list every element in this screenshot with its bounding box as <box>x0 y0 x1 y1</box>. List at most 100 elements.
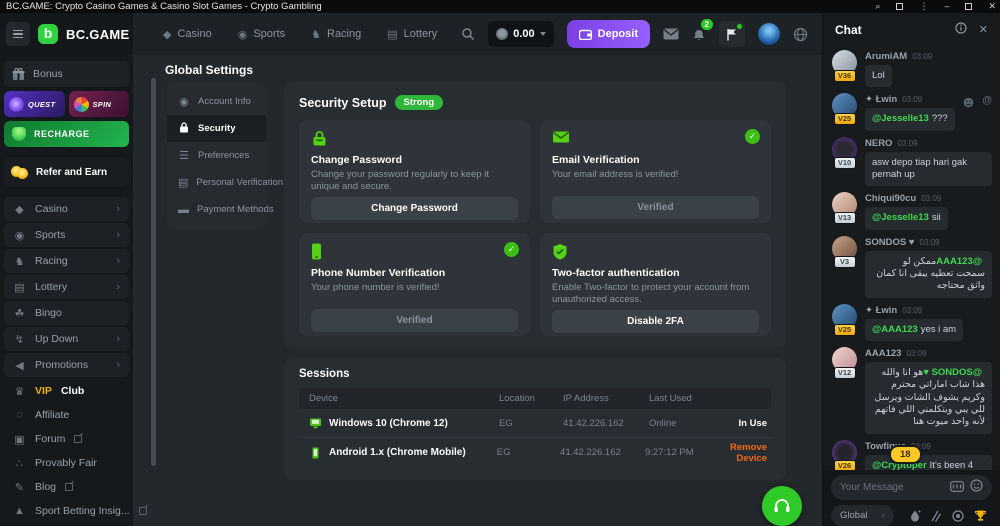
chat-username[interactable]: SONDOS ♥ <box>865 237 914 248</box>
nav-lottery[interactable]: ▤Lottery <box>387 28 437 41</box>
sidebar-item-racing[interactable]: ♞Racing› <box>4 249 129 273</box>
chat-username[interactable]: AAA123 <box>865 348 901 359</box>
tab-icon[interactable] <box>896 3 903 10</box>
sidebar-item-provably-fair[interactable]: ∴Provably Fair <box>4 451 129 475</box>
sidebar-item-bingo[interactable]: ☘Bingo <box>4 301 129 325</box>
nav-racing[interactable]: ♞Racing <box>311 28 361 41</box>
sidebar-item-casino[interactable]: ◆Casino› <box>4 197 129 221</box>
emoji-icon[interactable] <box>970 479 983 497</box>
chat-username[interactable]: Chiqui90cu <box>865 193 916 204</box>
chat-username[interactable]: NERO <box>865 138 892 149</box>
mention-reply-icon[interactable]: @ <box>982 95 992 113</box>
trophy-icon[interactable] <box>974 509 987 522</box>
chat-close-icon[interactable]: ✕ <box>979 23 988 36</box>
session-location: EG <box>499 418 563 429</box>
messages-icon[interactable] <box>663 28 679 40</box>
card-description: Your phone number is verified! <box>311 282 518 305</box>
lock-icon <box>311 130 518 150</box>
coin-icon <box>496 28 508 40</box>
chat-username[interactable]: ✦ Łwin <box>865 305 897 316</box>
navbar-right: 0.00 Deposit 2 <box>461 20 822 48</box>
sidebar-item-up-down[interactable]: ↯Up Down› <box>4 327 129 351</box>
chat-mention[interactable]: @Jesselle13 <box>872 113 929 124</box>
chat-message: V3 SONDOS ♥03:09 @AAA123ممكن لو سمحت تعط… <box>831 236 992 298</box>
remove-device-button[interactable]: Remove Device <box>730 442 771 464</box>
sidebar-item-sport-betting-insights[interactable]: ▲Sport Betting Insig... <box>4 499 129 523</box>
chat-bubble: @AAA123yes i am <box>865 319 963 341</box>
settings-tab-personal-verification[interactable]: ▤Personal Verification <box>167 169 266 196</box>
gold-coins-icon <box>11 166 29 179</box>
chat-channel-selector[interactable]: Global › <box>831 505 894 526</box>
page-scrollbar[interactable] <box>151 78 156 466</box>
close-button[interactable]: ✕ <box>988 0 996 13</box>
email-verified-button[interactable]: Verified <box>552 196 759 219</box>
quest-flag-button[interactable] <box>719 21 745 47</box>
chat-text: yes i am <box>921 324 956 335</box>
sidebar-item-blog[interactable]: ✎Blog <box>4 475 129 499</box>
chat-mention[interactable]: @Jesselle13 <box>872 212 929 223</box>
support-button[interactable] <box>762 486 802 526</box>
chat-bubble: Lol <box>865 65 892 87</box>
search-icon[interactable] <box>461 27 475 41</box>
disable-2fa-button[interactable]: Disable 2FA <box>552 310 759 333</box>
external-link-icon <box>139 507 147 515</box>
brand-name[interactable]: BC.GAME <box>66 27 130 42</box>
settings-tab-preferences[interactable]: ☰Preferences <box>167 142 266 169</box>
chat-text: sii <box>932 212 941 223</box>
nav-sports[interactable]: ◉Sports <box>238 28 285 41</box>
coin-flip-icon[interactable] <box>952 510 964 522</box>
sidebar-item-promotions[interactable]: ◀Promotions› <box>4 353 129 377</box>
chat-mention[interactable]: @AAA123 <box>872 324 918 335</box>
balance-selector[interactable]: 0.00 <box>488 21 553 47</box>
chat-message-input[interactable] <box>840 482 944 493</box>
sidebar-item-sports[interactable]: ◉Sports› <box>4 223 129 247</box>
unread-messages-badge[interactable]: 18 <box>889 445 922 464</box>
bcgame-logo-icon[interactable]: b <box>38 24 58 44</box>
notifications-bell-icon[interactable]: 2 <box>692 27 706 42</box>
chat-bottom-bar: Global › <box>831 505 992 526</box>
hamburger-menu-button[interactable] <box>6 22 30 46</box>
sidebar-item-lottery[interactable]: ▤Lottery› <box>4 275 129 299</box>
sidebar-item-bonus[interactable]: Bonus <box>4 61 129 87</box>
minimize-button[interactable]: – <box>944 0 949 13</box>
session-status: In Use <box>735 418 771 429</box>
flag-icon <box>726 28 738 41</box>
maximize-button[interactable] <box>965 3 972 10</box>
chat-info-icon[interactable] <box>955 22 967 37</box>
vip-badge: V10 <box>834 157 856 169</box>
nav-casino[interactable]: ◆Casino <box>163 28 212 41</box>
refer-label: Refer and Earn <box>36 167 107 178</box>
sidebar-item-affiliate[interactable]: ◌Affiliate <box>4 403 129 427</box>
chat-text: Lol <box>872 70 885 81</box>
sidebar-item-vip-club[interactable]: ♛VIPClub <box>4 379 129 403</box>
find-icon[interactable]: ⌕ <box>875 0 880 13</box>
spin-button[interactable]: SPIN <box>69 91 130 117</box>
recharge-button[interactable]: RECHARGE <box>4 121 129 147</box>
deposit-button[interactable]: Deposit <box>567 20 650 48</box>
chat-mention[interactable]: @AAA123 <box>936 256 982 267</box>
rain-icon[interactable] <box>909 509 921 522</box>
sidebar-item-forum[interactable]: ▣Forum <box>4 427 129 451</box>
quest-button[interactable]: QUEST <box>4 91 65 117</box>
gif-icon[interactable] <box>950 479 964 497</box>
react-emoji-icon[interactable] <box>963 95 974 113</box>
nav-label: Lottery <box>404 28 438 40</box>
browser-menu-icon[interactable]: ⋮ <box>919 0 928 13</box>
rules-pencil-icon[interactable] <box>930 510 942 522</box>
chat-channel: Global <box>840 510 867 521</box>
chevron-right-icon: › <box>116 203 120 215</box>
settings-tab-payment-methods[interactable]: ▬Payment Methods <box>167 196 266 223</box>
user-avatar[interactable] <box>758 23 780 45</box>
change-password-button[interactable]: Change Password <box>311 197 518 220</box>
language-globe-icon[interactable] <box>793 27 808 42</box>
chat-username[interactable]: ArumiAM <box>865 51 907 62</box>
sidebar-item-refer-and-earn[interactable]: Refer and Earn <box>4 157 129 187</box>
settings-tab-security[interactable]: Security <box>167 115 266 142</box>
change-password-card: Change Password Change your password reg… <box>299 120 530 223</box>
chat-message-list[interactable]: V36 ArumiAM03:09 Lol V25 ✦ Łwin03:09 @Je… <box>823 46 1000 470</box>
settings-tab-account-info[interactable]: ◉Account Info <box>167 88 266 115</box>
chat-mention[interactable]: @SONDOS ♥ <box>923 367 982 378</box>
phone-verified-button[interactable]: Verified <box>311 309 518 332</box>
card-description: Enable Two-factor to protect your accoun… <box>552 282 759 306</box>
chat-username[interactable]: ✦ Łwin <box>865 94 897 105</box>
